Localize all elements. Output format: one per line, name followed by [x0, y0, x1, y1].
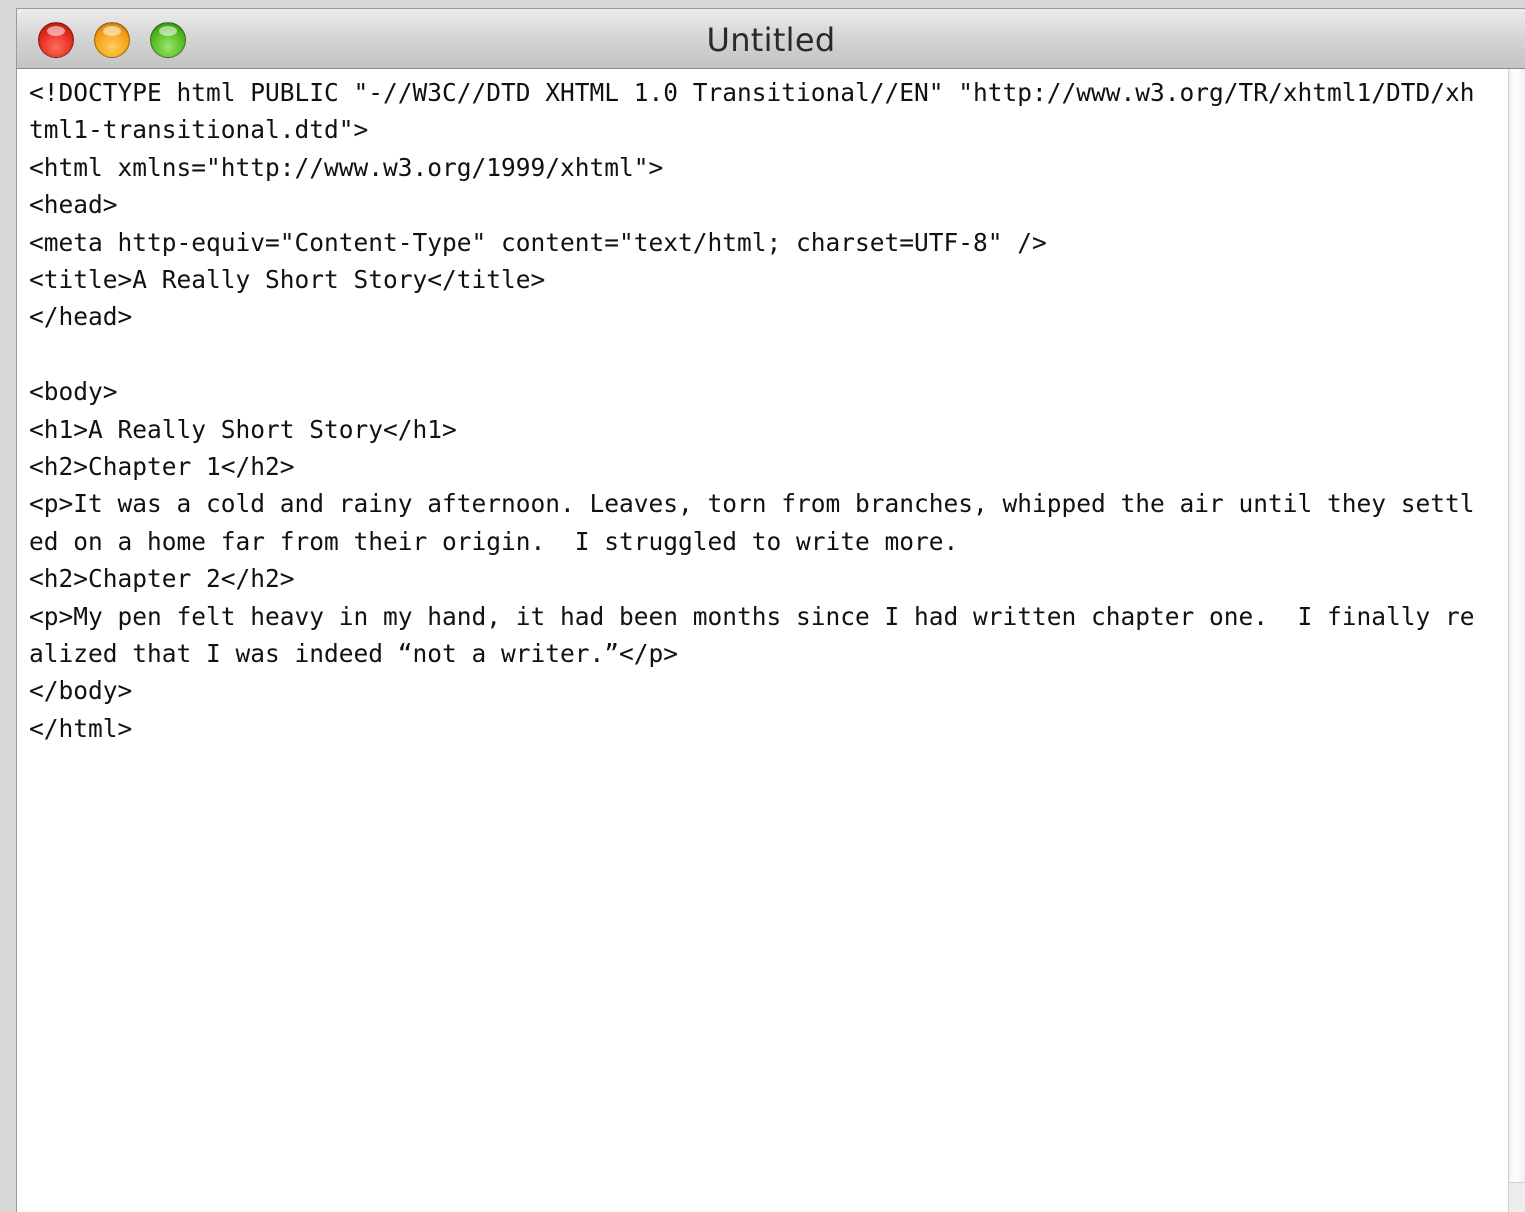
- title-bar[interactable]: Untitled: [17, 9, 1525, 69]
- vertical-scrollbar[interactable]: [1508, 69, 1525, 1212]
- code-line[interactable]: <meta http-equiv="Content-Type" content=…: [29, 224, 1489, 261]
- window-title: Untitled: [706, 21, 836, 59]
- text-editor-window: Untitled <!DOCTYPE html PUBLIC "-//W3C//…: [16, 8, 1525, 1212]
- text-editing-area[interactable]: <!DOCTYPE html PUBLIC "-//W3C//DTD XHTML…: [17, 69, 1509, 1212]
- code-line[interactable]: <p>It was a cold and rainy afternoon. Le…: [29, 485, 1489, 560]
- code-line[interactable]: <html xmlns="http://www.w3.org/1999/xhtm…: [29, 149, 1489, 186]
- code-line[interactable]: </body>: [29, 672, 1489, 709]
- code-line[interactable]: <h2>Chapter 1</h2>: [29, 448, 1489, 485]
- code-line[interactable]: <h1>A Really Short Story</h1>: [29, 411, 1489, 448]
- code-line[interactable]: </head>: [29, 298, 1489, 335]
- code-line[interactable]: <p>My pen felt heavy in my hand, it had …: [29, 598, 1489, 673]
- code-line[interactable]: <!DOCTYPE html PUBLIC "-//W3C//DTD XHTML…: [29, 74, 1489, 149]
- code-line[interactable]: <body>: [29, 373, 1489, 410]
- resize-handle[interactable]: [1508, 1182, 1525, 1212]
- code-line[interactable]: <h2>Chapter 2</h2>: [29, 560, 1489, 597]
- code-line[interactable]: </html>: [29, 710, 1489, 747]
- document-text[interactable]: <!DOCTYPE html PUBLIC "-//W3C//DTD XHTML…: [29, 74, 1489, 747]
- code-line[interactable]: <head>: [29, 186, 1489, 223]
- code-line[interactable]: [29, 336, 1489, 373]
- code-line[interactable]: <title>A Really Short Story</title>: [29, 261, 1489, 298]
